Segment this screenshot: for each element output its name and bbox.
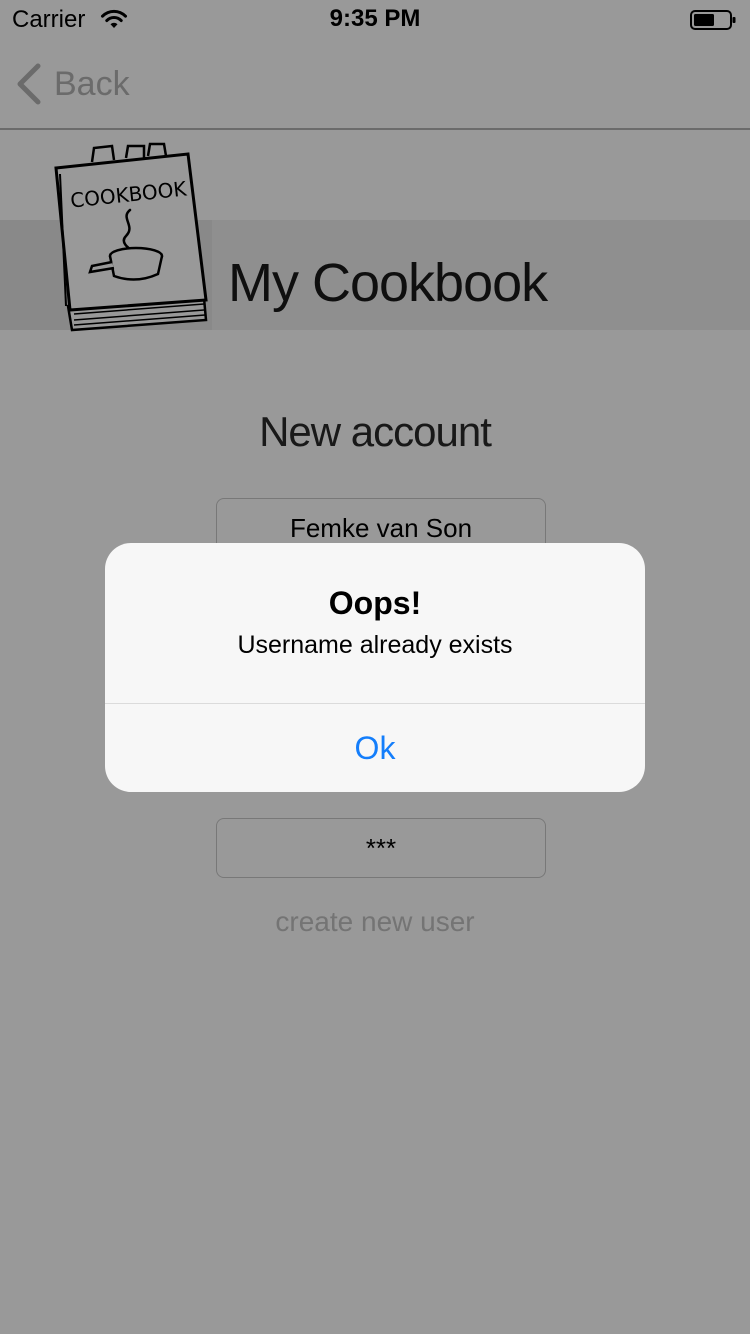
- ok-button[interactable]: Ok: [105, 704, 645, 792]
- alert-message: Username already exists: [237, 631, 513, 659]
- alert-title: Oops!: [328, 585, 422, 621]
- alert-dialog: Oops! Username already exists Ok: [105, 543, 645, 792]
